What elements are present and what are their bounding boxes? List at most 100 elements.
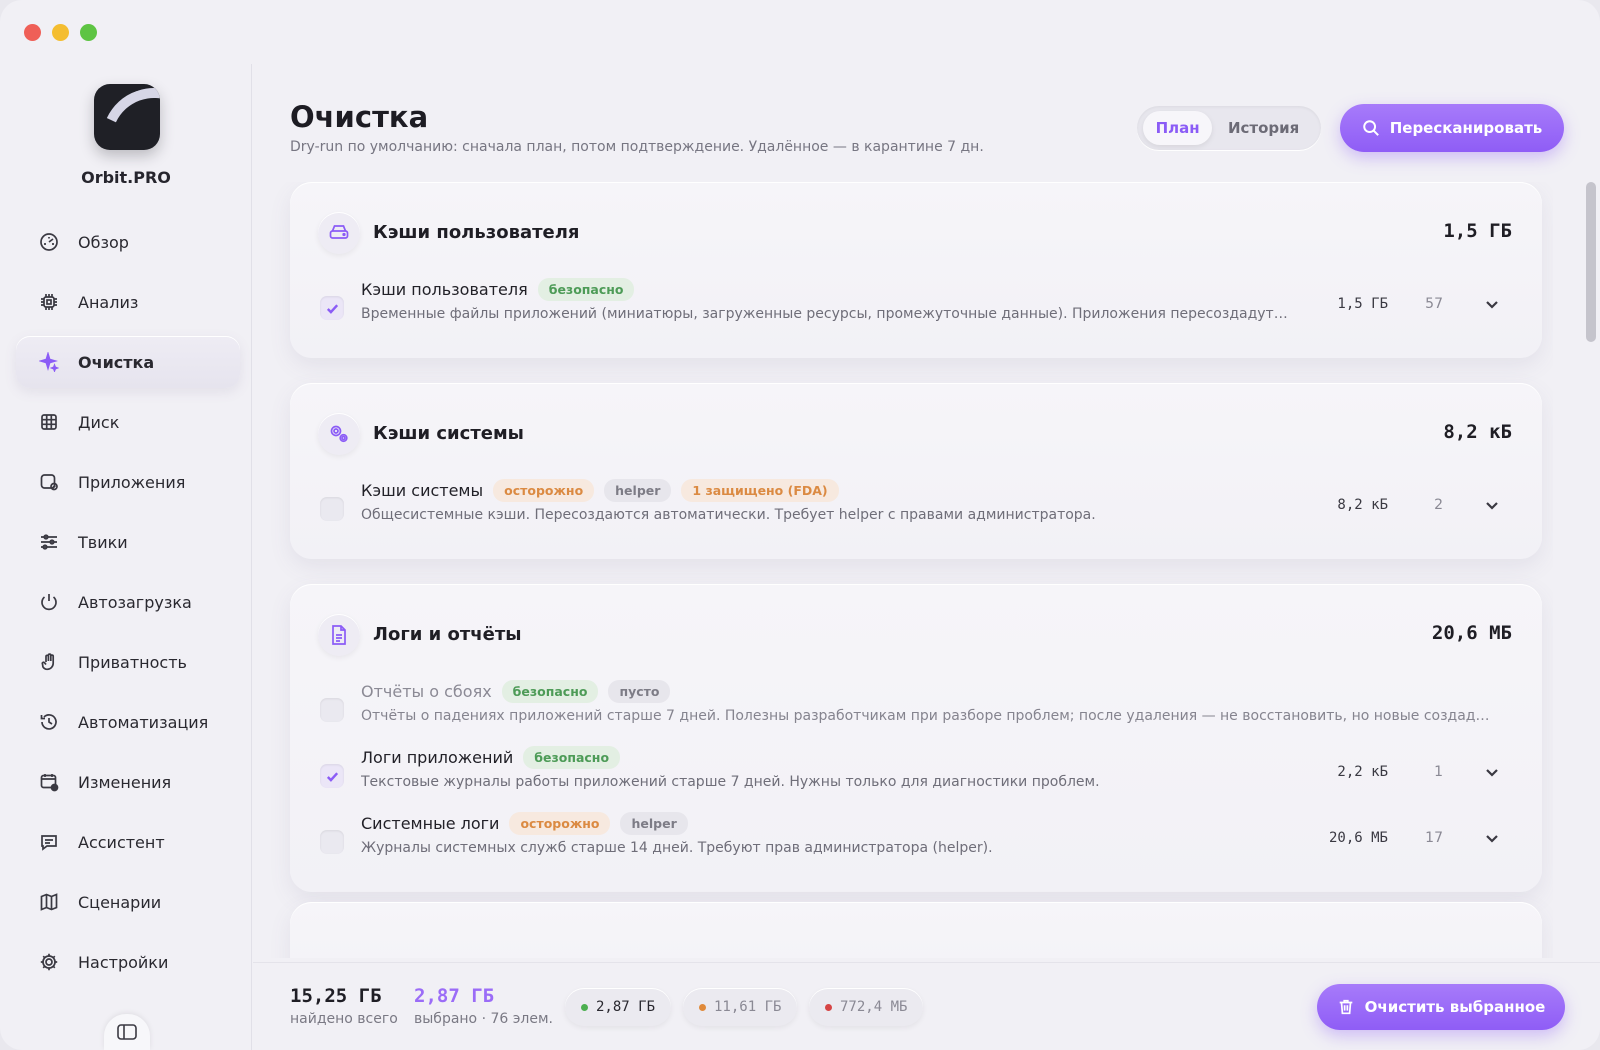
item-size: 20,6 МБ [1328, 830, 1388, 846]
rescan-button[interactable]: Пересканировать [1340, 104, 1564, 152]
sidebar-item-label: Анализ [78, 292, 139, 312]
sidebar-item-power[interactable]: Автозагрузка [16, 576, 240, 628]
sidebar-item-chip[interactable]: Анализ [16, 276, 240, 328]
risk-pill[interactable]: 772,4 МБ [809, 988, 924, 1026]
expand-item-button[interactable] [1484, 296, 1504, 316]
item-title: Отчёты о сбоях [361, 682, 492, 701]
risk-pill-value: 11,61 ГБ [714, 999, 782, 1015]
power-icon [38, 591, 60, 613]
risk-pill[interactable]: 11,61 ГБ [683, 988, 798, 1026]
scrollbar[interactable] [1586, 182, 1596, 342]
close-window-button[interactable] [24, 24, 41, 41]
expand-item-button[interactable] [1484, 830, 1504, 850]
sidebar-item-label: Очистка [78, 352, 155, 372]
item-description: Временные файлы приложений (миниатюры, з… [361, 306, 1291, 322]
item-title-line: Кэши пользователя безопасно [361, 278, 635, 301]
main-panel: Очистка Dry-run по умолчанию: сначала пл… [253, 64, 1600, 1050]
item-title: Кэши пользователя [361, 280, 528, 299]
status-dot [825, 1003, 832, 1011]
sidebar-item-gear[interactable]: Настройки [16, 936, 240, 988]
cleanup-category-card [290, 902, 1542, 958]
item-count: 1 [1434, 764, 1443, 780]
item-checkbox[interactable] [320, 764, 344, 788]
status-badge: helper [620, 812, 688, 835]
sidebar-item-chat[interactable]: Ассистент [16, 816, 240, 868]
category-title: Кэши пользователя [373, 222, 580, 243]
item-description: Отчёты о падениях приложений старше 7 дн… [361, 708, 1496, 724]
page-title: Очистка [290, 100, 429, 134]
found-total: 15,25 ГБ найдено всего [290, 985, 398, 1027]
sidebar-item-label: Автоматизация [78, 712, 209, 732]
zoom-window-button[interactable] [80, 24, 97, 41]
chat-icon [38, 831, 60, 853]
summary-footer: 15,25 ГБ найдено всего 2,87 ГБ выбрано ·… [253, 962, 1600, 1050]
sidebar-toggle-button[interactable] [104, 1014, 150, 1050]
expand-item-button[interactable] [1484, 764, 1504, 784]
sidebar-item-label: Сценарии [78, 892, 162, 912]
status-badge: осторожно [493, 479, 595, 502]
trash-icon [1339, 999, 1352, 1015]
category-size: 20,6 МБ [1431, 622, 1512, 644]
sidebar-item-gauge[interactable]: Обзор [16, 216, 240, 268]
item-checkbox[interactable] [320, 830, 344, 854]
sidebar-item-app[interactable]: Приложения [16, 456, 240, 508]
cleanup-plan-list: Кэши пользователя 1,5 ГБ Кэши пользователя… [253, 182, 1553, 958]
cleanup-item-row: Логи приложений безопасно Текстовые журнал… [318, 746, 1518, 806]
expand-item-button[interactable] [1484, 497, 1504, 517]
chip-icon [38, 291, 60, 313]
item-size: 1,5 ГБ [1337, 296, 1388, 312]
chevron-down-icon [1486, 301, 1498, 309]
status-dot [581, 1003, 588, 1011]
status-badge: пусто [608, 680, 671, 703]
sidebar-item-hand[interactable]: Приватность [16, 636, 240, 688]
app-logo [94, 84, 160, 150]
item-size: 2,2 кБ [1337, 764, 1388, 780]
item-description: Текстовые журналы работы приложений стар… [361, 774, 1100, 790]
minimize-window-button[interactable] [52, 24, 69, 41]
item-count: 17 [1425, 830, 1443, 846]
search-icon [1362, 120, 1379, 136]
sidebar-item-label: Настройки [78, 952, 169, 972]
clear-selected-button[interactable]: Очистить выбранное [1317, 984, 1565, 1030]
item-checkbox[interactable] [320, 296, 344, 320]
selected-total-value: 2,87 ГБ [414, 985, 495, 1007]
sidebar-item-history[interactable]: Автоматизация [16, 696, 240, 748]
category-title: Кэши системы [373, 423, 524, 444]
item-description: Журналы системных служб старше 14 дней. … [361, 840, 993, 856]
sidebar-item-label: Изменения [78, 772, 172, 792]
checkmark-icon [326, 303, 338, 314]
category-size: 8,2 кБ [1443, 421, 1512, 443]
sidebar-item-map[interactable]: Сценарии [16, 876, 240, 928]
found-total-label: найдено всего [290, 1011, 398, 1027]
sidebar-item-sparkle[interactable]: Очистка [16, 336, 240, 388]
item-size: 8,2 кБ [1337, 497, 1388, 513]
sidebar-item-calendar[interactable]: Изменения [16, 756, 240, 808]
risk-pill[interactable]: 2,87 ГБ [565, 988, 672, 1026]
tab-plan[interactable]: План [1143, 111, 1213, 145]
item-title: Логи приложений [361, 748, 514, 767]
window-controls [24, 24, 97, 41]
page-subtitle: Dry-run по умолчанию: сначала план, пото… [290, 139, 984, 155]
status-badge: helper [604, 479, 672, 502]
item-description: Общесистемные кэши. Пересоздаются автома… [361, 507, 1096, 523]
item-count: 2 [1434, 497, 1443, 513]
sidebar-item-label: Автозагрузка [78, 592, 192, 612]
gear-icon [38, 951, 60, 973]
hand-icon [38, 651, 60, 673]
item-title: Системные логи [361, 814, 500, 833]
cleanup-item-row: Отчёты о сбоях безопасно пусто Отчёты о пад… [318, 680, 1518, 740]
gauge-icon [38, 231, 60, 253]
item-checkbox[interactable] [320, 698, 344, 722]
clear-selected-label: Очистить выбранное [1364, 998, 1546, 1016]
item-checkbox[interactable] [320, 497, 344, 521]
sidebar-item-label: Приватность [78, 652, 187, 672]
sidebar-item-sliders[interactable]: Твики [16, 516, 240, 568]
view-segmented-control: План История [1137, 106, 1321, 150]
item-title: Кэши системы [361, 481, 484, 500]
calendar-icon [38, 771, 60, 793]
sparkle-icon [38, 351, 60, 373]
tab-history[interactable]: История [1212, 111, 1315, 145]
chevron-down-icon [1486, 769, 1498, 777]
app-name: Orbit.PRO [81, 168, 171, 187]
sidebar-item-grid[interactable]: Диск [16, 396, 240, 448]
